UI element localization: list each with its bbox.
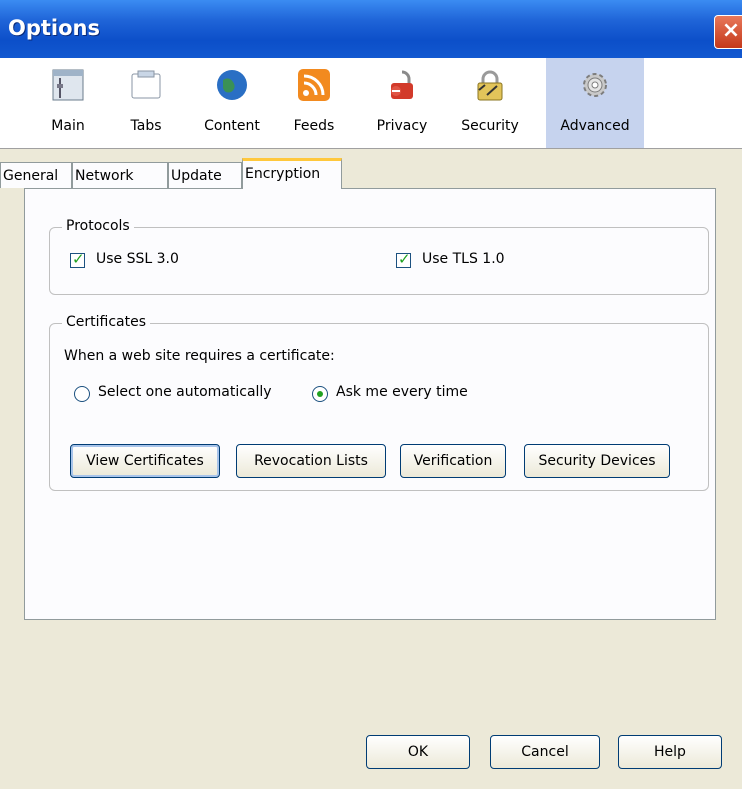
pane-content[interactable]: Content: [194, 58, 270, 148]
pane-label: Advanced: [560, 118, 630, 134]
pane-security[interactable]: Security: [452, 58, 528, 148]
tab-general[interactable]: General: [0, 162, 72, 188]
close-button[interactable]: ×: [714, 15, 742, 49]
radio-select-automatically[interactable]: [74, 386, 90, 402]
tab-encryption[interactable]: Encryption: [242, 158, 342, 189]
tls-checkbox[interactable]: [396, 250, 411, 268]
pane-tabs[interactable]: Tabs: [108, 58, 184, 148]
verification-button[interactable]: Verification: [400, 444, 506, 478]
window-title: Options: [8, 16, 100, 40]
privacy-icon: [391, 70, 413, 99]
pane-label: Privacy: [376, 118, 428, 134]
pane-label: Feeds: [293, 118, 335, 134]
rss-icon: [298, 69, 330, 101]
radio-ask-every-time[interactable]: [312, 386, 328, 402]
pane-main[interactable]: Main: [30, 58, 106, 148]
pane-label: Content: [204, 118, 260, 134]
ssl-label[interactable]: Use SSL 3.0: [96, 251, 179, 267]
view-certificates-button[interactable]: View Certificates: [70, 444, 220, 478]
protocols-group: Protocols Use SSL 3.0 Use TLS 1.0: [49, 218, 709, 295]
ask-every-time-label[interactable]: Ask me every time: [336, 384, 468, 400]
ok-button[interactable]: OK: [366, 735, 470, 769]
pane-label: Main: [51, 118, 85, 134]
ssl-checkbox[interactable]: [70, 250, 85, 268]
help-button[interactable]: Help: [618, 735, 722, 769]
select-automatically-label[interactable]: Select one automatically: [98, 384, 272, 400]
pane-feeds[interactable]: Feeds: [276, 58, 352, 148]
tab-network[interactable]: Network: [72, 162, 168, 188]
title-bar: Options ×: [0, 0, 742, 58]
certificate-prompt: When a web site requires a certificate:: [64, 348, 335, 364]
security-devices-button[interactable]: Security Devices: [524, 444, 670, 478]
main-icon: [52, 69, 84, 101]
certificates-legend: Certificates: [62, 314, 151, 330]
tabs-icon: [131, 70, 161, 99]
pane-advanced[interactable]: Advanced: [546, 58, 644, 148]
pane-label: Tabs: [130, 118, 162, 134]
pane-toolbar: Main Tabs Content Feeds Privacy Security…: [0, 58, 742, 149]
tls-label[interactable]: Use TLS 1.0: [422, 251, 505, 267]
pane-privacy[interactable]: Privacy: [364, 58, 440, 148]
cancel-button[interactable]: Cancel: [490, 735, 600, 769]
certificates-group: Certificates When a web site requires a …: [49, 314, 709, 491]
lock-icon: [477, 70, 503, 101]
tab-update[interactable]: Update: [168, 162, 242, 188]
globe-icon: [217, 70, 247, 100]
close-icon: ×: [721, 18, 741, 43]
pane-label: Security: [461, 118, 519, 134]
protocols-legend: Protocols: [62, 218, 134, 234]
revocation-lists-button[interactable]: Revocation Lists: [236, 444, 386, 478]
gear-icon: [583, 73, 607, 97]
encryption-panel: Protocols Use SSL 3.0 Use TLS 1.0 Certif…: [24, 188, 716, 620]
